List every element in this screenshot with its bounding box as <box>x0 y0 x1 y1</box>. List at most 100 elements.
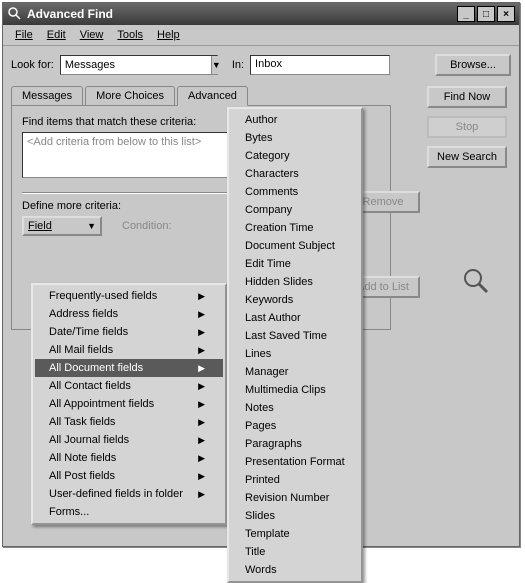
document-field-item[interactable]: Company <box>231 201 359 219</box>
window-frame: Advanced Find _ □ × File Edit View Tools… <box>2 2 520 547</box>
field-category-item[interactable]: Forms... <box>35 503 223 521</box>
tab-advanced[interactable]: Advanced <box>177 86 248 106</box>
tab-messages[interactable]: Messages <box>11 86 83 106</box>
chevron-right-icon: ▶ <box>198 453 205 464</box>
action-buttons-column: Find Now Stop New Search <box>427 86 507 168</box>
chevron-right-icon: ▶ <box>198 327 205 338</box>
document-field-item[interactable]: Revision Number <box>231 489 359 507</box>
chevron-down-icon[interactable]: ▼ <box>211 56 221 74</box>
document-field-item[interactable]: Edit Time <box>231 255 359 273</box>
document-field-item[interactable]: Comments <box>231 183 359 201</box>
chevron-right-icon: ▶ <box>198 417 205 428</box>
chevron-right-icon: ▶ <box>198 435 205 446</box>
chevron-right-icon: ▶ <box>198 381 205 392</box>
close-button[interactable]: × <box>497 6 515 22</box>
search-row: Look for: ▼ In: Inbox Browse... <box>11 54 511 76</box>
menu-file[interactable]: File <box>9 27 39 43</box>
stop-button: Stop <box>427 116 507 138</box>
window-controls: _ □ × <box>457 6 515 22</box>
document-field-item[interactable]: Presentation Format <box>231 453 359 471</box>
field-category-menu: Frequently-used fields▶Address fields▶Da… <box>31 283 227 525</box>
menu-item-label: All Note fields <box>49 452 116 464</box>
chevron-right-icon: ▶ <box>198 345 205 356</box>
field-category-item[interactable]: All Post fields ▶ <box>35 467 223 485</box>
magnifier-icon <box>461 266 491 296</box>
document-field-item[interactable]: Keywords <box>231 291 359 309</box>
menu-item-label: All Document fields <box>49 362 143 374</box>
field-category-item[interactable]: All Contact fields ▶ <box>35 377 223 395</box>
menu-item-label: All Appointment fields <box>49 398 154 410</box>
look-for-input[interactable] <box>61 59 211 71</box>
menu-item-label: All Task fields <box>49 416 115 428</box>
document-field-item[interactable]: Lines <box>231 345 359 363</box>
document-field-item[interactable]: Multimedia Clips <box>231 381 359 399</box>
field-category-item[interactable]: All Document fields ▶ <box>35 359 223 377</box>
menu-item-label: All Journal fields <box>49 434 129 446</box>
document-field-item[interactable]: Title <box>231 543 359 561</box>
field-category-item[interactable]: All Note fields ▶ <box>35 449 223 467</box>
document-field-item[interactable]: Hidden Slides <box>231 273 359 291</box>
maximize-button[interactable]: □ <box>477 6 495 22</box>
field-category-item[interactable]: All Journal fields ▶ <box>35 431 223 449</box>
document-field-item[interactable]: Template <box>231 525 359 543</box>
menu-item-label: All Contact fields <box>49 380 131 392</box>
criteria-placeholder: <Add criteria from below to this list> <box>27 136 201 148</box>
document-field-item[interactable]: Last Saved Time <box>231 327 359 345</box>
window-title: Advanced Find <box>27 7 457 21</box>
document-fields-submenu: AuthorBytesCategoryCharactersCommentsCom… <box>227 107 363 583</box>
menu-item-label: User-defined fields in folder <box>49 488 183 500</box>
field-dropdown-button[interactable]: Field▼ <box>22 216 102 236</box>
look-for-combo[interactable]: ▼ <box>60 55 218 75</box>
field-category-item[interactable]: All Mail fields ▶ <box>35 341 223 359</box>
field-category-item[interactable]: User-defined fields in folder ▶ <box>35 485 223 503</box>
document-field-item[interactable]: Manager <box>231 363 359 381</box>
menu-item-label: Frequently-used fields <box>49 290 157 302</box>
new-search-button[interactable]: New Search <box>427 146 507 168</box>
chevron-right-icon: ▶ <box>198 309 205 320</box>
menu-item-label: Date/Time fields <box>49 326 128 338</box>
document-field-item[interactable]: Notes <box>231 399 359 417</box>
tab-more-choices[interactable]: More Choices <box>85 86 175 106</box>
field-category-item[interactable]: Frequently-used fields ▶ <box>35 287 223 305</box>
menu-view[interactable]: View <box>74 27 110 43</box>
menu-item-label: Address fields <box>49 308 118 320</box>
document-field-item[interactable]: Pages <box>231 417 359 435</box>
menu-help[interactable]: Help <box>151 27 186 43</box>
document-field-item[interactable]: Paragraphs <box>231 435 359 453</box>
document-field-item[interactable]: Bytes <box>231 129 359 147</box>
app-icon <box>7 6 23 22</box>
menu-item-label: All Post fields <box>49 470 115 482</box>
menu-tools[interactable]: Tools <box>111 27 149 43</box>
field-category-item[interactable]: Date/Time fields ▶ <box>35 323 223 341</box>
in-field[interactable]: Inbox <box>250 55 390 75</box>
menubar: File Edit View Tools Help <box>3 25 519 46</box>
chevron-right-icon: ▶ <box>198 399 205 410</box>
chevron-right-icon: ▶ <box>198 471 205 482</box>
chevron-down-icon: ▼ <box>87 221 96 231</box>
find-now-button[interactable]: Find Now <box>427 86 507 108</box>
chevron-right-icon: ▶ <box>198 363 205 374</box>
field-category-item[interactable]: Address fields ▶ <box>35 305 223 323</box>
titlebar: Advanced Find _ □ × <box>3 3 519 25</box>
document-field-item[interactable]: Author <box>231 111 359 129</box>
chevron-right-icon: ▶ <box>198 291 205 302</box>
menu-item-label: All Mail fields <box>49 344 113 356</box>
chevron-right-icon: ▶ <box>198 489 205 500</box>
document-field-item[interactable]: Document Subject <box>231 237 359 255</box>
document-field-item[interactable]: Creation Time <box>231 219 359 237</box>
document-field-item[interactable]: Printed <box>231 471 359 489</box>
document-field-item[interactable]: Characters <box>231 165 359 183</box>
look-for-label: Look for: <box>11 59 54 71</box>
document-field-item[interactable]: Slides <box>231 507 359 525</box>
menu-item-label: Forms... <box>49 506 89 518</box>
menu-edit[interactable]: Edit <box>41 27 72 43</box>
in-label: In: <box>232 59 244 71</box>
document-field-item[interactable]: Last Author <box>231 309 359 327</box>
condition-label: Condition: <box>122 220 172 232</box>
field-category-item[interactable]: All Appointment fields ▶ <box>35 395 223 413</box>
browse-button[interactable]: Browse... <box>435 54 511 76</box>
document-field-item[interactable]: Category <box>231 147 359 165</box>
document-field-item[interactable]: Words <box>231 561 359 579</box>
minimize-button[interactable]: _ <box>457 6 475 22</box>
field-category-item[interactable]: All Task fields ▶ <box>35 413 223 431</box>
